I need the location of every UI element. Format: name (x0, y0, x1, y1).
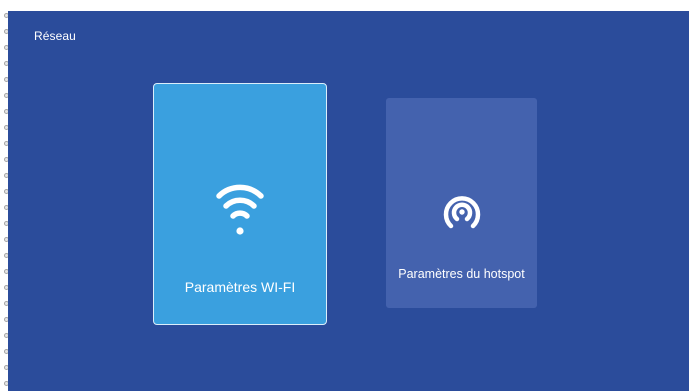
network-settings-screen: Réseau Paramètres WI-FI Paramètres du ho… (8, 11, 689, 391)
page-title: Réseau (34, 29, 76, 43)
wifi-icon (215, 176, 265, 238)
hotspot-settings-card[interactable]: Paramètres du hotspot (386, 98, 537, 308)
hotspot-icon (430, 180, 494, 232)
hotspot-settings-label: Paramètres du hotspot (398, 267, 525, 281)
wifi-settings-card[interactable]: Paramètres WI-FI (153, 83, 327, 325)
wifi-settings-label: Paramètres WI-FI (184, 279, 296, 295)
